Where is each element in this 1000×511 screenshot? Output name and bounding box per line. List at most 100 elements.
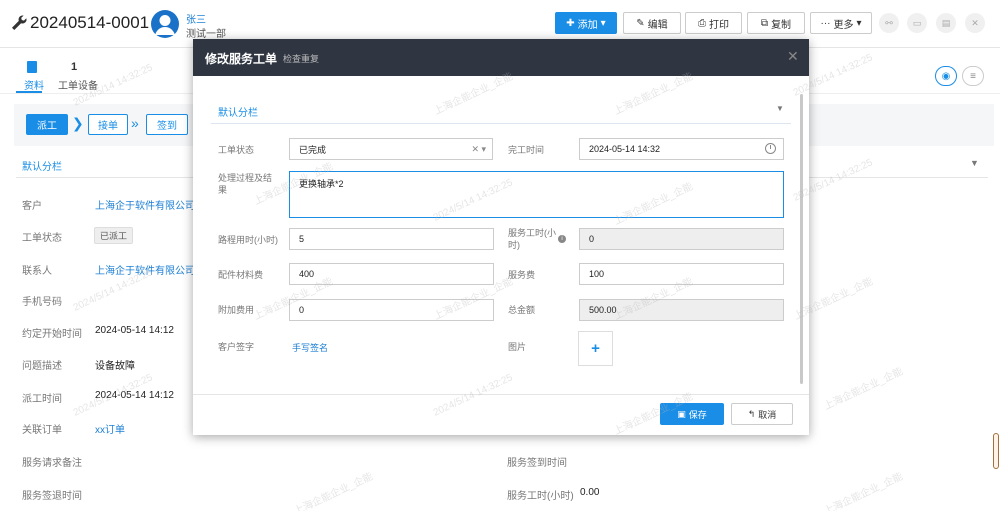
- cancel-button-label: 取消: [758, 409, 777, 420]
- device-count-badge: 1: [71, 61, 78, 73]
- status-select[interactable]: 已完成 ✕ ▾: [289, 138, 493, 160]
- page-scrollbar[interactable]: [993, 433, 999, 469]
- close-icon[interactable]: ✕: [965, 13, 985, 33]
- check-duplicate-link[interactable]: 检查重复: [283, 52, 319, 65]
- window-icon[interactable]: ▭: [907, 13, 927, 33]
- print-button[interactable]: ⎙ 打印: [685, 12, 742, 34]
- finish-time-label: 完工时间: [508, 145, 545, 155]
- caret-down-icon[interactable]: ▼: [776, 104, 784, 113]
- clear-caret-icon[interactable]: ✕ ▾: [471, 144, 486, 155]
- customer-link[interactable]: 上海企于软件有限公司: [95, 197, 195, 212]
- contact-link[interactable]: 上海企于软件有限公司.联: [95, 262, 208, 277]
- travel-time-label: 路程用时(小时): [218, 235, 278, 245]
- watermark: 上海企能企业_企能: [292, 471, 375, 511]
- settings-toggle-icon[interactable]: ≡: [962, 66, 984, 86]
- tab-device[interactable]: 工单设备: [58, 77, 98, 92]
- step-arrow-icon: ❯: [72, 115, 84, 131]
- service-hours-label: 服务工时(小时): [508, 228, 556, 250]
- detail-label: 手机号码: [22, 297, 62, 308]
- user-name-link[interactable]: 张三: [186, 11, 206, 26]
- user-dept: 测试一部: [186, 29, 226, 40]
- detail-label: 联系人: [22, 266, 52, 277]
- copy-icon: ⧉: [760, 17, 769, 29]
- note-icon[interactable]: ▤: [936, 13, 956, 33]
- detail-value: 设备故障: [95, 361, 135, 372]
- service-fee-label: 服务费: [508, 270, 536, 280]
- service-hours-input: 0: [579, 228, 784, 250]
- detail-label: 服务工时(小时): [507, 491, 574, 502]
- detail-label: 服务签退时间: [22, 491, 82, 502]
- info-icon[interactable]: i: [558, 235, 566, 243]
- modal-scrollbar[interactable]: [800, 94, 803, 384]
- signature-label: 客户签字: [218, 342, 255, 352]
- more-button[interactable]: ··· 更多 ▾: [810, 12, 872, 34]
- modal-header: 修改服务工单 检查重复 ✕: [193, 39, 809, 76]
- parts-fee-input[interactable]: 400: [289, 263, 494, 285]
- order-link[interactable]: xx订单: [95, 421, 125, 436]
- total-input: 500.00: [579, 299, 784, 321]
- edit-button-label: 编辑: [647, 19, 668, 31]
- add-button-label: 添加: [577, 19, 598, 31]
- detail-value: 2024-05-14 14:12: [95, 390, 174, 401]
- share-icon[interactable]: ⚯: [879, 13, 899, 33]
- process-label: 处理过程及结果: [218, 173, 273, 195]
- save-button[interactable]: ▣ 保存: [660, 403, 724, 425]
- watermark: 上海企能企业_企能: [822, 471, 905, 511]
- cancel-button[interactable]: ↰ 取消: [731, 403, 793, 425]
- plus-icon: +: [591, 340, 600, 357]
- service-fee-input[interactable]: 100: [579, 263, 784, 285]
- caret-down-icon[interactable]: ▼: [970, 158, 979, 168]
- wrench-icon: [12, 15, 27, 30]
- detail-label: 工单状态: [22, 233, 62, 244]
- modal-footer-divider: [193, 394, 809, 395]
- watermark: 上海企能企业_企能: [822, 366, 905, 413]
- step-accept[interactable]: 接单: [88, 114, 128, 135]
- clock-icon[interactable]: [765, 143, 776, 154]
- edit-work-order-modal: 修改服务工单 检查重复 ✕ 默认分栏 ▼ 工单状态 已完成 ✕ ▾ 完工时间 2…: [193, 39, 809, 435]
- modal-title: 修改服务工单: [205, 52, 278, 66]
- edit-icon: ✎: [636, 17, 645, 29]
- detail-label: 约定开始时间: [22, 329, 82, 340]
- finish-time-value: 2024-05-14 14:32: [589, 144, 661, 154]
- parts-fee-label: 配件材料费: [218, 270, 264, 280]
- tab-ziliao[interactable]: 资料: [24, 77, 44, 92]
- detail-label: 客户: [22, 201, 42, 212]
- plus-icon: ✚: [566, 17, 575, 29]
- more-button-label: 更多: [833, 19, 854, 31]
- status-select-value: 已完成: [299, 144, 327, 155]
- travel-time-input[interactable]: 5: [289, 228, 494, 250]
- copy-button[interactable]: ⧉ 复制: [747, 12, 805, 34]
- page-title: 20240514-0001: [30, 13, 150, 32]
- add-button[interactable]: ✚ 添加 ▾: [555, 12, 617, 34]
- handwrite-signature-link[interactable]: 手写签名: [292, 341, 328, 354]
- close-icon[interactable]: ✕: [787, 48, 799, 65]
- add-image-button[interactable]: +: [578, 331, 613, 366]
- modal-section-divider: [211, 123, 791, 124]
- step-dispatch[interactable]: 派工: [26, 114, 68, 135]
- eye-toggle-icon[interactable]: ◉: [935, 66, 957, 86]
- detail-value: 0.00: [580, 487, 600, 498]
- avatar[interactable]: [150, 9, 180, 39]
- print-icon: ⎙: [698, 17, 706, 29]
- extra-fee-label: 附加费用: [218, 305, 255, 315]
- detail-value: 2024-05-14 14:12: [95, 325, 174, 336]
- process-textarea[interactable]: 更换轴承*2: [289, 171, 784, 218]
- detail-label: 关联订单: [22, 425, 62, 436]
- print-button-label: 打印: [709, 19, 729, 31]
- extra-fee-input[interactable]: 0: [289, 299, 494, 321]
- modal-section-title[interactable]: 默认分栏: [218, 104, 258, 119]
- caret-down-icon: ▾: [600, 17, 606, 29]
- status-label: 工单状态: [218, 145, 255, 155]
- status-badge: 已派工: [94, 227, 134, 244]
- image-label: 图片: [508, 342, 527, 352]
- edit-button[interactable]: ✎ 编辑: [623, 12, 681, 34]
- undo-icon: ↰: [747, 408, 756, 419]
- step-checkin[interactable]: 签到: [146, 114, 188, 135]
- detail-label: 服务请求备注: [22, 458, 82, 469]
- finish-time-input[interactable]: 2024-05-14 14:32: [579, 138, 784, 160]
- step-arrow-icon: »: [131, 115, 139, 131]
- ellipsis-icon: ···: [820, 17, 831, 29]
- section-title[interactable]: 默认分栏: [22, 158, 62, 173]
- copy-button-label: 复制: [771, 19, 792, 31]
- detail-label: 派工时间: [22, 394, 62, 405]
